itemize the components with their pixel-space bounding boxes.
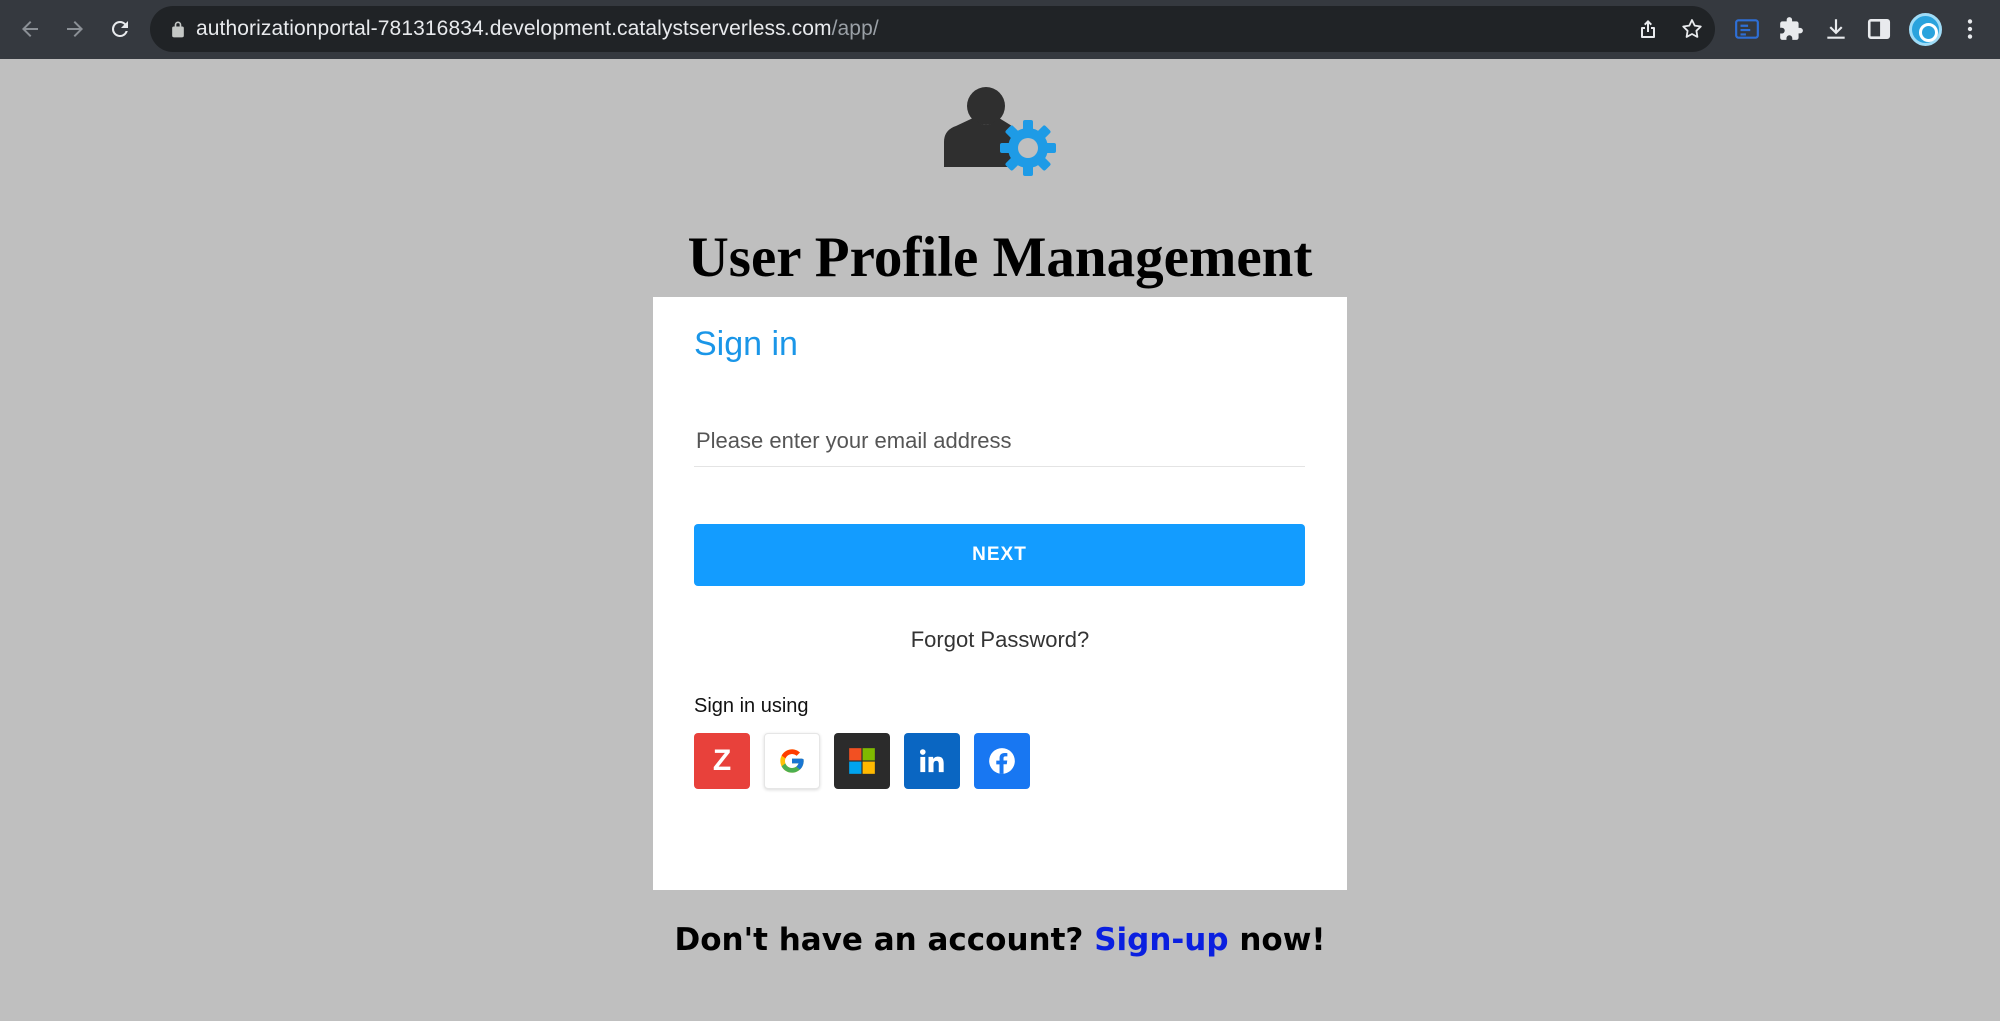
address-bar[interactable]: authorizationportal-781316834.developmen… xyxy=(150,6,1715,52)
signup-prompt: Don't have an account? Sign-up now! xyxy=(674,922,1326,958)
signin-card: Sign in NEXT Forgot Password? Sign in us… xyxy=(653,297,1347,890)
profile-avatar[interactable] xyxy=(1909,13,1942,46)
sso-microsoft-button[interactable] xyxy=(834,733,890,789)
lock-icon xyxy=(172,21,184,38)
microsoft-icon xyxy=(849,748,875,774)
signup-link[interactable]: Sign-up xyxy=(1094,922,1228,958)
email-input[interactable] xyxy=(694,417,1305,465)
sso-provider-row: Z xyxy=(694,733,1030,789)
sso-label: Sign in using xyxy=(694,695,809,717)
share-icon[interactable] xyxy=(1636,17,1660,41)
sso-google-button[interactable] xyxy=(764,733,820,789)
sso-zoho-button[interactable]: Z xyxy=(694,733,750,789)
browser-toolbar: authorizationportal-781316834.developmen… xyxy=(0,0,2000,59)
browser-menu-button[interactable] xyxy=(1955,14,1985,44)
side-panel-button[interactable] xyxy=(1864,14,1894,44)
next-button[interactable]: NEXT xyxy=(694,524,1305,586)
url-text: authorizationportal-781316834.developmen… xyxy=(196,17,879,40)
extensions-button[interactable] xyxy=(1776,14,1806,44)
user-gear-logo-icon xyxy=(944,87,1056,176)
forgot-password-link[interactable]: Forgot Password? xyxy=(653,627,1347,653)
puzzle-icon xyxy=(1780,17,1803,40)
forward-button[interactable] xyxy=(57,11,93,47)
arrow-left-icon xyxy=(22,21,38,37)
page-title: User Profile Management xyxy=(687,226,1313,289)
extension-reader-button[interactable] xyxy=(1732,14,1762,44)
email-field-wrapper xyxy=(694,417,1305,467)
sso-linkedin-button[interactable] xyxy=(904,733,960,789)
side-panel-icon xyxy=(1867,19,1891,39)
reload-icon xyxy=(111,20,128,37)
reload-button[interactable] xyxy=(102,11,138,47)
back-button[interactable] xyxy=(12,11,48,47)
downloads-button[interactable] xyxy=(1821,14,1851,44)
bookmark-star-icon[interactable] xyxy=(1680,17,1704,41)
sso-facebook-button[interactable] xyxy=(974,733,1030,789)
linkedin-icon xyxy=(919,749,944,773)
reader-extension-icon xyxy=(1735,19,1759,39)
arrow-right-icon xyxy=(67,21,83,37)
facebook-icon xyxy=(989,748,1015,774)
download-icon xyxy=(1827,19,1845,39)
google-icon xyxy=(780,749,804,773)
zoho-icon: Z xyxy=(712,744,732,777)
signin-heading: Sign in xyxy=(694,325,798,363)
kebab-menu-icon xyxy=(1967,19,1973,39)
